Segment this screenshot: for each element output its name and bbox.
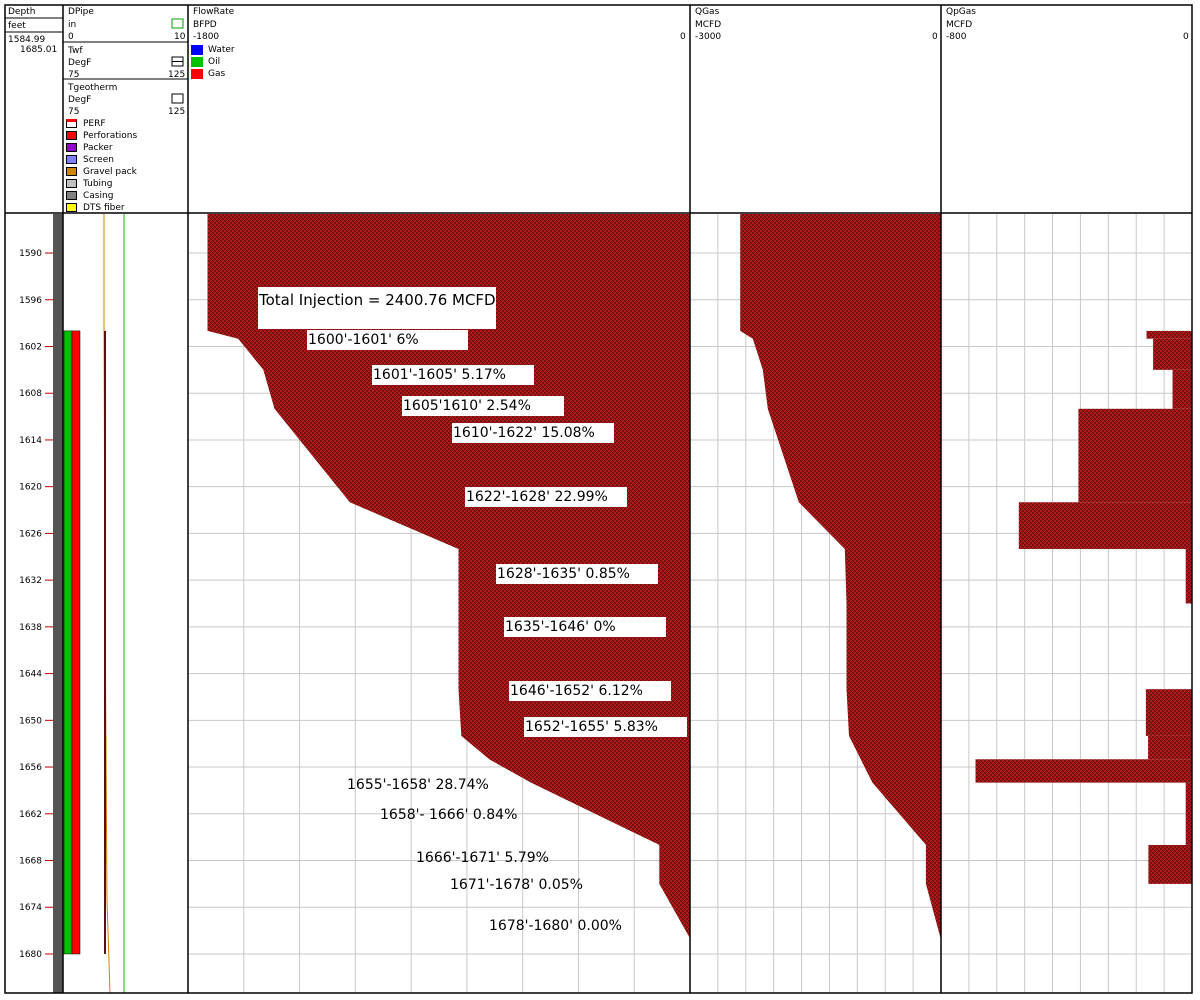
depth-tick-label: 1626 <box>19 529 42 539</box>
depth-unit: feet <box>8 21 26 31</box>
tgeotherm-max: 125 <box>168 107 186 117</box>
qpgas-bar <box>1146 330 1192 339</box>
perforations-bar <box>71 330 81 955</box>
dpipe-unit: in <box>68 20 77 30</box>
depth-tick-label: 1596 <box>19 296 42 306</box>
legend-label: Gas <box>208 69 226 79</box>
depth-title: Depth <box>8 7 36 17</box>
interval-annotation: 1601'-1605' 5.17% <box>372 365 534 386</box>
interval-annotation: 1655'-1658' 28.74% <box>347 776 489 793</box>
qpgas-bar <box>1185 782 1192 845</box>
flowrate-min: -1800 <box>193 32 220 42</box>
legend-label: Oil <box>208 57 221 67</box>
legend-swatch <box>66 191 77 200</box>
legend-swatch <box>191 45 203 55</box>
interval-annotation: 1666'-1671' 5.79% <box>416 850 549 867</box>
interval-annotation: 1635'-1646' 0% <box>504 616 666 637</box>
qpgas-bar <box>1172 369 1192 409</box>
flowrate-title: FlowRate <box>193 7 235 17</box>
twf-title: Twf <box>68 46 83 56</box>
legend-label: Packer <box>83 143 113 153</box>
legend-swatch <box>191 57 203 67</box>
qpgas-min: -800 <box>946 32 967 42</box>
oil-bar <box>63 330 73 955</box>
legend-swatch <box>66 131 77 140</box>
dpipe-title: DPipe <box>68 7 94 17</box>
depth-tick-label: 1656 <box>19 763 42 773</box>
legend-label: Water <box>208 45 235 55</box>
depth-tick-label: 1674 <box>19 903 42 913</box>
depth-tick-label: 1662 <box>19 810 42 820</box>
depth-tick-label: 1638 <box>19 623 42 633</box>
legend-label: Perforations <box>83 131 138 141</box>
depth-tick-label: 1632 <box>19 576 42 586</box>
legend-label: Gravel pack <box>83 167 137 177</box>
qpgas-bar <box>1078 408 1192 503</box>
legend-label: Casing <box>83 191 114 201</box>
casing-bar <box>53 214 63 993</box>
qpgas-max: 0 <box>1183 32 1189 42</box>
qpgas-bar <box>1153 338 1192 370</box>
twf-unit: DegF <box>68 58 92 68</box>
legend-swatch <box>66 179 77 188</box>
qgas-title: QGas <box>695 7 720 17</box>
legend-swatch <box>66 143 77 152</box>
tgeotherm-min: 75 <box>68 107 80 117</box>
depth-tick-label: 1650 <box>19 716 42 726</box>
interval-annotation: 1678'-1680' 0.00% <box>489 917 622 934</box>
dpipe-trace <box>104 330 106 954</box>
interval-annotation: 1628'-1635' 0.85% <box>496 563 658 584</box>
legend-swatch <box>66 155 77 164</box>
legend-label: Screen <box>83 155 114 165</box>
legend-label: PERF <box>83 119 106 129</box>
interval-annotation: 1646'-1652' 6.12% <box>509 680 671 701</box>
flowrate-max: 0 <box>680 32 686 42</box>
depth-bottom: 1685.01 <box>20 45 58 55</box>
qpgas-bar <box>1185 548 1192 604</box>
legend-label: DTS fiber <box>83 203 125 213</box>
qgas-min: -3000 <box>695 32 722 42</box>
dpipe-min: 0 <box>68 32 74 42</box>
interval-annotation: 1658'- 1666' 0.84% <box>380 807 518 824</box>
depth-tick-label: 1668 <box>19 857 42 867</box>
qpgas-bar <box>1148 735 1192 760</box>
legend-swatch <box>66 203 77 212</box>
depth-tick-label: 1590 <box>19 249 42 259</box>
qgas-unit: MCFD <box>695 20 722 30</box>
legend-label: Tubing <box>83 179 113 189</box>
legend-swatch <box>66 167 77 176</box>
interval-annotation: 1652'-1655' 5.83% <box>524 716 687 737</box>
depth-tick-label: 1602 <box>19 342 42 352</box>
qpgas-title: QpGas <box>946 7 976 17</box>
tgeotherm-title: Tgeotherm <box>68 83 118 93</box>
interval-annotation: 1605'1610' 2.54% <box>402 395 564 416</box>
depth-tick-label: 1644 <box>19 670 42 680</box>
legend-swatch <box>66 119 77 128</box>
depth-tick-label: 1620 <box>19 483 42 493</box>
interval-annotation: 1600'-1601' 6% <box>307 330 468 351</box>
dpipe-max: 10 <box>174 32 186 42</box>
qpgas-bar <box>1145 689 1192 736</box>
depth-tick-label: 1680 <box>19 950 42 960</box>
interval-annotation: Total Injection = 2400.76 MCFD <box>258 287 496 330</box>
flowrate-unit: BFPD <box>193 20 217 30</box>
interval-annotation: 1622'-1628' 22.99% <box>465 486 627 507</box>
qpgas-bar <box>1148 844 1192 884</box>
depth-axis: 1590 1596 1602 1608 1614 1620 1626 1632 1638 1644… <box>19 249 53 960</box>
tgeotherm-unit: DegF <box>68 95 92 105</box>
interval-annotation: 1610'-1622' 15.08% <box>452 422 614 443</box>
qgas-area <box>740 214 941 993</box>
twf-max: 125 <box>168 70 186 80</box>
interval-annotation: 1671'-1678' 0.05% <box>450 876 583 893</box>
tgeotherm-swatch <box>171 93 184 104</box>
qgas-max: 0 <box>932 32 938 42</box>
qpgas-unit: MCFD <box>946 20 973 30</box>
depth-tick-label: 1614 <box>19 436 42 446</box>
twf-min: 75 <box>68 70 80 80</box>
depth-tick-label: 1608 <box>19 389 42 399</box>
legend-swatch <box>191 69 203 79</box>
dpipe-swatch <box>171 18 184 29</box>
qpgas-bar <box>1018 502 1192 549</box>
qpgas-bar <box>975 759 1192 783</box>
